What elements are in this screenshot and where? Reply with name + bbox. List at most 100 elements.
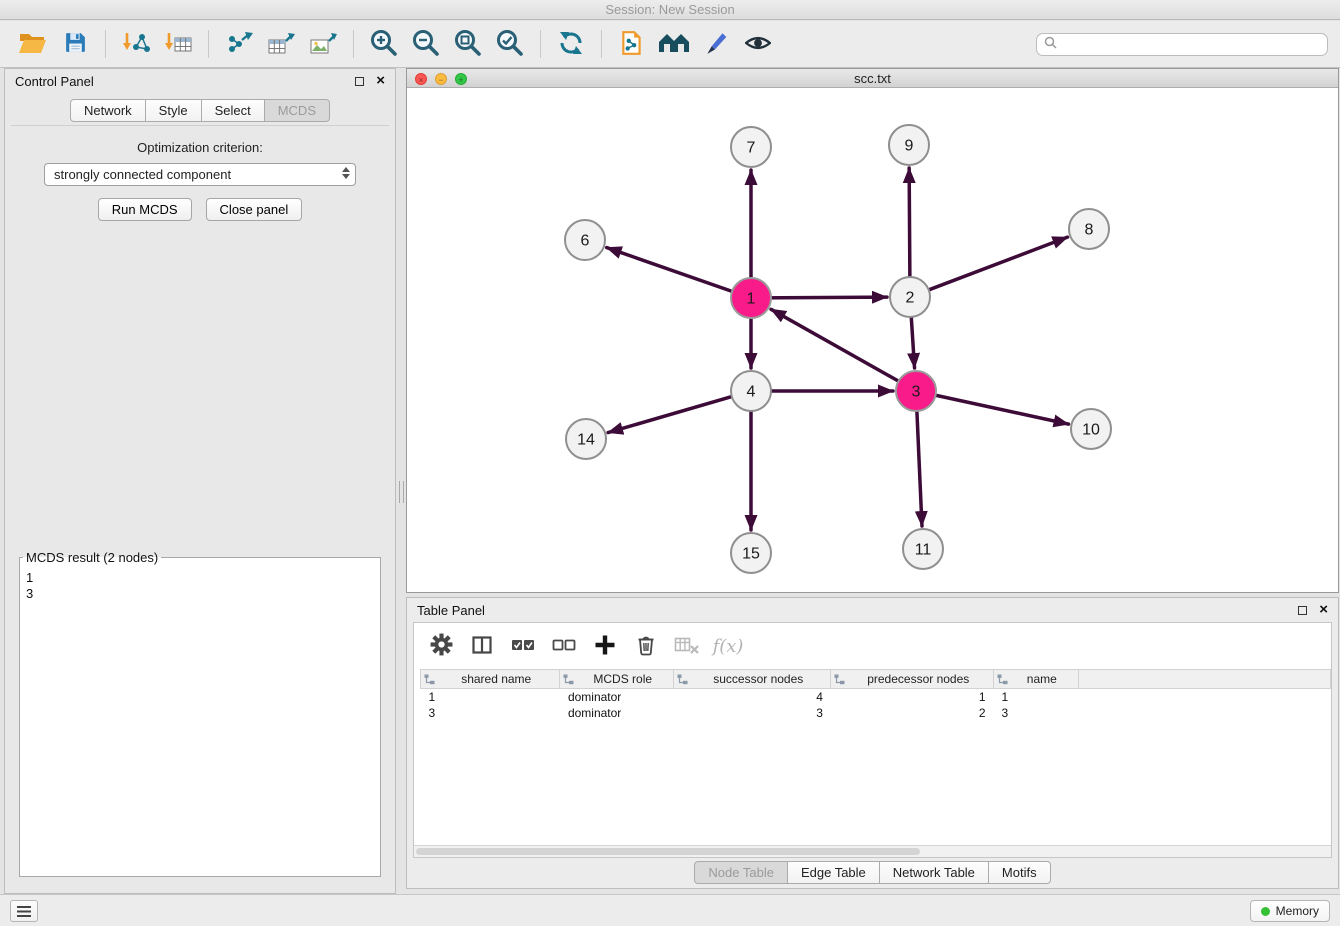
graph-edge-2-8[interactable] (913, 237, 1068, 296)
style-brush-button[interactable] (695, 25, 737, 63)
split-panel-icon (470, 633, 494, 660)
tab-select[interactable]: Select (201, 99, 265, 122)
graph-edge-1-6[interactable] (607, 248, 748, 297)
graph-edge-3-1[interactable] (771, 309, 913, 389)
table-cell (1078, 689, 1330, 705)
column-type-icon (834, 674, 845, 688)
column-header-predecessor-nodes[interactable]: predecessor nodes (831, 670, 994, 689)
close-table-panel-icon[interactable] (1319, 605, 1328, 615)
export-image-button[interactable] (302, 25, 344, 63)
graph-node-9[interactable]: 9 (889, 125, 929, 165)
graph-node-11[interactable]: 11 (903, 529, 943, 569)
copy-view-button[interactable] (611, 25, 653, 63)
graph-node-1[interactable]: 1 (731, 278, 771, 318)
zoom-fit-button[interactable] (447, 25, 489, 63)
open-file-button[interactable] (12, 25, 54, 63)
import-table-button[interactable] (157, 25, 199, 63)
tab-motifs[interactable]: Motifs (988, 861, 1051, 884)
export-network-icon (225, 31, 253, 58)
search-input[interactable] (1061, 37, 1320, 52)
table-cell: 1 (994, 689, 1079, 705)
graph-node-4[interactable]: 4 (731, 371, 771, 411)
window-zoom-icon[interactable] (455, 73, 467, 85)
graph-edge-4-14[interactable] (608, 392, 748, 433)
svg-text:3: 3 (912, 384, 921, 401)
table-cell: 3 (674, 705, 831, 721)
unselect-all-columns-button[interactable] (551, 633, 577, 659)
export-network-button[interactable] (218, 25, 260, 63)
tab-mcds[interactable]: MCDS (264, 99, 330, 122)
control-panel: Control Panel NetworkStyleSelectMCDS Opt… (4, 68, 396, 894)
memory-button[interactable]: Memory (1250, 900, 1330, 922)
svg-text:8: 8 (1085, 222, 1094, 239)
window-minimize-icon[interactable] (435, 73, 447, 85)
table-row[interactable]: 3dominator323 (421, 705, 1331, 721)
zoom-in-button[interactable] (363, 25, 405, 63)
show-hide-graphics-button[interactable] (737, 25, 779, 63)
main-toolbar (0, 21, 1340, 68)
graph-edge-3-10[interactable] (919, 392, 1069, 424)
tab-network-table[interactable]: Network Table (879, 861, 989, 884)
float-panel-icon[interactable] (355, 77, 364, 86)
graph-node-6[interactable]: 6 (565, 220, 605, 260)
zoom-selected-button[interactable] (489, 25, 531, 63)
run-mcds-button[interactable]: Run MCDS (98, 198, 192, 221)
zoom-out-button[interactable] (405, 25, 447, 63)
select-all-columns-button[interactable] (510, 633, 536, 659)
table-cell: dominator (560, 705, 674, 721)
column-type-icon (677, 674, 688, 688)
export-table-button[interactable] (260, 25, 302, 63)
table-panel-header: Table Panel (407, 598, 1338, 622)
graph-edge-1-2[interactable] (754, 297, 887, 298)
float-table-panel-icon[interactable] (1298, 606, 1307, 615)
toolbar-separator (353, 30, 354, 58)
column-header-successor-nodes[interactable]: successor nodes (674, 670, 831, 689)
search-box[interactable] (1036, 33, 1328, 56)
graph-edge-3-11[interactable] (916, 394, 922, 526)
table-horizontal-scrollbar[interactable] (414, 845, 1331, 857)
network-canvas[interactable]: 7 9 6 8 1 2 4 3 14 10 15 11 (407, 88, 1338, 592)
open-file-icon (18, 31, 48, 58)
save-session-button[interactable] (54, 25, 96, 63)
column-header-empty (1078, 670, 1330, 689)
refresh-button[interactable] (550, 25, 592, 63)
graph-node-8[interactable]: 8 (1069, 209, 1109, 249)
list-icon (17, 906, 31, 917)
table-row[interactable]: 1dominator411 (421, 689, 1331, 705)
status-menu-button[interactable] (10, 900, 38, 922)
tab-network[interactable]: Network (70, 99, 146, 122)
svg-text:9: 9 (905, 138, 914, 155)
split-panel-button[interactable] (469, 633, 495, 659)
tab-style[interactable]: Style (145, 99, 202, 122)
graph-node-14[interactable]: 14 (566, 419, 606, 459)
import-network-button[interactable] (115, 25, 157, 63)
svg-text:1: 1 (747, 291, 756, 308)
network-view-window: scc.txt 7968124314101511 (406, 68, 1339, 593)
control-panel-title: Control Panel (15, 74, 94, 89)
column-settings-button[interactable] (428, 633, 454, 659)
close-panel-button[interactable]: Close panel (206, 198, 303, 221)
tab-edge-table[interactable]: Edge Table (787, 861, 880, 884)
graph-node-10[interactable]: 10 (1071, 409, 1111, 449)
graph-edge-2-9[interactable] (909, 168, 910, 294)
graph-node-2[interactable]: 2 (890, 277, 930, 317)
graph-node-7[interactable]: 7 (731, 127, 771, 167)
column-header-name[interactable]: name (994, 670, 1079, 689)
mcds-result-list[interactable]: 13 (20, 569, 380, 876)
graph-node-15[interactable]: 15 (731, 533, 771, 573)
tab-node-table[interactable]: Node Table (694, 861, 788, 884)
delete-columns-button[interactable] (633, 633, 659, 659)
graph-node-3[interactable]: 3 (896, 371, 936, 411)
table-cell: 2 (831, 705, 994, 721)
column-header-MCDS-role[interactable]: MCDS role (560, 670, 674, 689)
vertical-splitter[interactable] (397, 68, 405, 894)
close-panel-icon[interactable] (376, 76, 385, 86)
window-close-icon[interactable] (415, 73, 427, 85)
scrollbar-thumb[interactable] (416, 848, 920, 855)
create-column-button[interactable] (592, 633, 618, 659)
optimization-select[interactable]: strongly connected component (44, 163, 356, 186)
function-icon: f(x) (713, 636, 744, 657)
first-neighbors-button[interactable] (653, 25, 695, 63)
column-header-shared-name[interactable]: shared name (421, 670, 560, 689)
zoom-selected-icon (495, 28, 525, 61)
